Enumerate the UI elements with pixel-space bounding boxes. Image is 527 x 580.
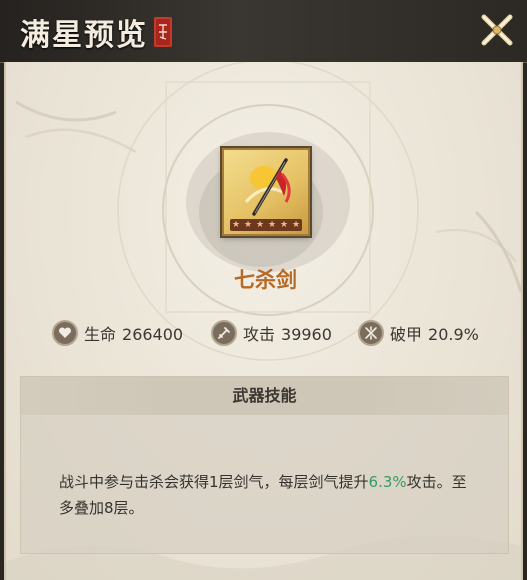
stat-armor-break-value: 20.9% [428,325,479,344]
stat-hp-label: 生命 [84,325,117,344]
armor-break-icon [358,320,384,346]
skill-header: 武器技能 [21,377,508,415]
star-icon: ★ [279,220,289,230]
window-title: 满星预览 [20,18,148,53]
weapon-item-icon[interactable]: ★ ★ ★ ★ ★ ★ [222,148,310,236]
stat-armor-break: 破甲 20.9% [358,318,479,348]
star-icon: ★ [231,220,241,230]
star-icon: ★ [267,220,277,230]
stat-attack-value: 39960 [281,325,332,344]
star-icon: ★ [291,220,301,230]
seal-stamp-icon [154,17,172,47]
stat-armor-break-label: 破甲 [390,325,423,344]
sword-icon [211,320,237,346]
title-bar: 满星预览 [0,0,527,63]
stat-attack: 攻击 39960 [211,318,332,348]
stat-hp: 生命 266400 [52,318,183,348]
close-button[interactable] [477,10,517,50]
skill-desc-text: 战斗中参与击杀会获得1层剑气，每层剑气提升 [59,473,369,491]
skill-bonus-value: 6.3% [368,473,407,491]
weapon-skill-box: 武器技能 战斗中参与击杀会获得1层剑气，每层剑气提升6.3%攻击。至多叠加8层。 [20,376,509,554]
stat-hp-value: 266400 [122,325,184,344]
preview-panel: ★ ★ ★ ★ ★ ★ 七杀剑 生命 266400 攻击 39960 破甲 20.9%… [4,62,523,580]
stat-attack-label: 攻击 [243,325,276,344]
item-name: 七杀剑 [234,267,297,292]
star-rating: ★ ★ ★ ★ ★ ★ [230,219,302,231]
heart-icon [52,320,78,346]
sword-weapon-icon [244,158,291,216]
star-icon: ★ [255,220,265,230]
star-icon: ★ [243,220,253,230]
close-x-icon [481,14,513,46]
skill-description: 战斗中参与击杀会获得1层剑气，每层剑气提升6.3%攻击。至多叠加8层。 [59,469,479,521]
